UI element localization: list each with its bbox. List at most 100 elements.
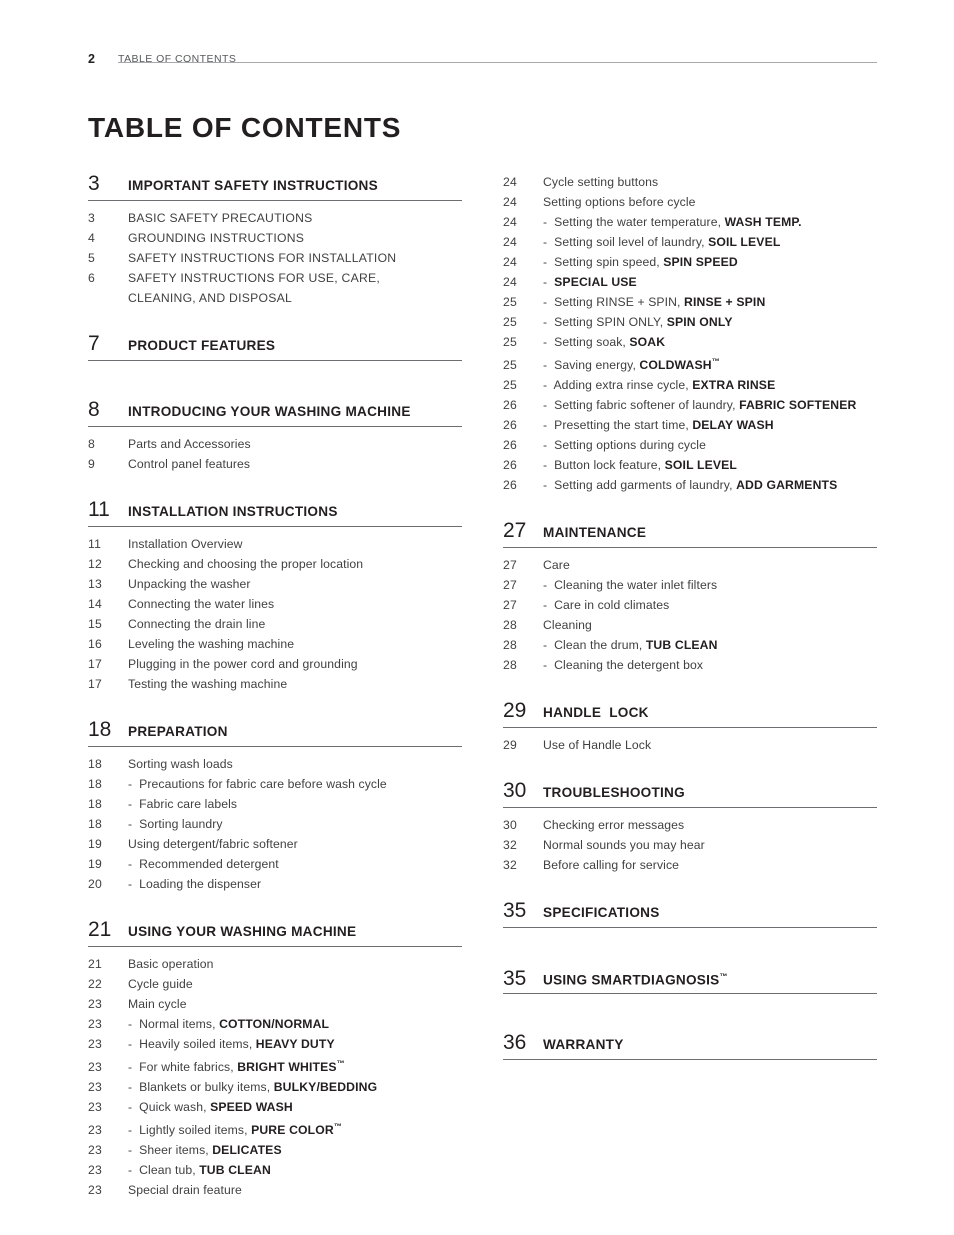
- toc-entry[interactable]: 19 - Recommended detergent: [88, 854, 462, 874]
- toc-section-header[interactable]: 35 USING SMARTDIAGNOSIS™: [503, 965, 877, 991]
- toc-entry-page-number: 26: [503, 418, 517, 433]
- toc-entry[interactable]: 24 - Setting the water temperature, WASH …: [503, 212, 877, 232]
- toc-entry[interactable]: 29 Use of Handle Lock: [503, 735, 877, 755]
- toc-section-header[interactable]: 36 WARRANTY: [503, 1031, 877, 1057]
- toc-section-header[interactable]: 11 INSTALLATION INSTRUCTIONS: [88, 498, 462, 524]
- toc-entry-label: Setting options before cycle: [543, 195, 696, 209]
- toc-entry-label: - Loading the dispenser: [128, 877, 262, 891]
- toc-entry-list: 3 BASIC SAFETY PRECAUTIONS 4 GROUNDING INST…: [88, 208, 462, 308]
- toc-entry[interactable]: 23 - Lightly soiled items, PURE COLOR™: [88, 1117, 462, 1140]
- toc-entry[interactable]: 24 Setting options before cycle: [503, 192, 877, 212]
- toc-entry[interactable]: 26 - Setting fabric softener of laundry, …: [503, 395, 877, 415]
- toc-entry[interactable]: 15 Connecting the drain line: [88, 614, 462, 634]
- toc-entry[interactable]: 25 - Adding extra rinse cycle, EXTRA RINS…: [503, 375, 877, 395]
- toc-section-header[interactable]: 29 HANDLE LOCK: [503, 699, 877, 725]
- toc-entry-label: - Saving energy, COLDWASH™: [543, 357, 720, 373]
- toc-section-header[interactable]: 18 PREPARATION: [88, 718, 462, 744]
- toc-entry[interactable]: 24 - Setting soil level of laundry, SOIL …: [503, 232, 877, 252]
- toc-entry[interactable]: 24 - Setting spin speed, SPIN SPEED: [503, 252, 877, 272]
- toc-entry[interactable]: 23 Main cycle: [88, 994, 462, 1014]
- toc-entry[interactable]: 24 Cycle setting buttons: [503, 172, 877, 192]
- toc-entry-page-number: 26: [503, 458, 517, 473]
- toc-entry[interactable]: 14 Connecting the water lines: [88, 594, 462, 614]
- toc-entry[interactable]: 27 - Cleaning the water inlet filters: [503, 575, 877, 595]
- header-running-title: TABLE OF CONTENTS: [118, 53, 237, 65]
- toc-section-header[interactable]: 30 TROUBLESHOOTING: [503, 779, 877, 805]
- toc-entry[interactable]: 25 - Setting SPIN ONLY, SPIN ONLY: [503, 312, 877, 332]
- toc-entry[interactable]: 13 Unpacking the washer: [88, 574, 462, 594]
- toc-entry[interactable]: 32 Before calling for service: [503, 855, 877, 875]
- toc-entry-label: - Precautions for fabric care before was…: [128, 777, 387, 791]
- toc-entry-page-number: 23: [88, 1183, 102, 1198]
- toc-entry[interactable]: 28 - Cleaning the detergent box: [503, 655, 877, 675]
- toc-section-rule: [503, 727, 877, 729]
- toc-entry[interactable]: 27 Care: [503, 555, 877, 575]
- toc-entry[interactable]: 24 - SPECIAL USE: [503, 272, 877, 292]
- toc-entry[interactable]: 25 - Saving energy, COLDWASH™: [503, 352, 877, 375]
- toc-entry[interactable]: 9 Control panel features: [88, 454, 462, 474]
- toc-entry[interactable]: 26 - Button lock feature, SOIL LEVEL: [503, 455, 877, 475]
- toc-entry[interactable]: 19 Using detergent/fabric softener: [88, 834, 462, 854]
- toc-entry[interactable]: 18 Sorting wash loads: [88, 754, 462, 774]
- toc-entry[interactable]: 23 - Blankets or bulky items, BULKY/BEDDI…: [88, 1077, 462, 1097]
- toc-section-header[interactable]: 21 USING YOUR WASHING MACHINE: [88, 918, 462, 944]
- toc-entry-page-number: 4: [88, 231, 95, 245]
- toc-entry-label: Sorting wash loads: [128, 757, 233, 771]
- toc-entry-label: - Heavily soiled items, HEAVY DUTY: [128, 1037, 335, 1051]
- toc-entry[interactable]: 30 Checking error messages: [503, 815, 877, 835]
- toc-entry[interactable]: 5 SAFETY INSTRUCTIONS FOR INSTALLATION: [88, 248, 462, 268]
- toc-entry-label: - Button lock feature, SOIL LEVEL: [543, 458, 738, 473]
- toc-entry[interactable]: 28 - Clean the drum, TUB CLEAN: [503, 635, 877, 655]
- toc-entry-page-number: 16: [88, 637, 102, 651]
- toc-entry-emphasis: BULKY/BEDDING: [273, 1080, 378, 1095]
- toc-entry[interactable]: 25 - Setting RINSE + SPIN, RINSE + SPIN: [503, 292, 877, 312]
- toc-entry[interactable]: 26 - Presetting the start time, DELAY WAS…: [503, 415, 877, 435]
- toc-entry[interactable]: 16 Leveling the washing machine: [88, 634, 462, 654]
- toc-entry[interactable]: 8 Parts and Accessories: [88, 434, 462, 454]
- toc-entry[interactable]: 25 - Setting soak, SOAK: [503, 332, 877, 352]
- toc-entry-page-number: 24: [503, 215, 517, 229]
- toc-section-header[interactable]: 8 INTRODUCING YOUR WASHING MACHINE: [88, 398, 462, 424]
- toc-section: 30 TROUBLESHOOTING 30 Checking error messag…: [503, 779, 877, 899]
- toc-entry[interactable]: 18 - Precautions for fabric care before w…: [88, 774, 462, 794]
- toc-entry-page-number: 32: [503, 858, 517, 873]
- toc-entry[interactable]: 23 - Heavily soiled items, HEAVY DUTY: [88, 1034, 462, 1054]
- toc-entry[interactable]: 22 Cycle guide: [88, 974, 462, 994]
- toc-entry[interactable]: 32 Normal sounds you may hear: [503, 835, 877, 855]
- toc-entry[interactable]: 26 - Setting options during cycle: [503, 435, 877, 455]
- toc-entry-label: Installation Overview: [128, 537, 243, 551]
- toc-entry-label: Unpacking the washer: [128, 577, 251, 591]
- toc-section-header[interactable]: 27 MAINTENANCE: [503, 519, 877, 545]
- toc-entry[interactable]: 17 Plugging in the power cord and groundi…: [88, 654, 462, 674]
- toc-section-header[interactable]: 7 PRODUCT FEATURES: [88, 332, 462, 358]
- toc-section-header[interactable]: 3 IMPORTANT SAFETY INSTRUCTIONS: [88, 172, 462, 198]
- toc-entry[interactable]: 11 Installation Overview: [88, 534, 462, 554]
- toc-entry[interactable]: 23 - Clean tub, TUB CLEAN: [88, 1160, 462, 1180]
- toc-section-title: TROUBLESHOOTING: [543, 785, 685, 801]
- toc-entry-page-number: 25: [503, 378, 517, 393]
- toc-entry[interactable]: 23 Special drain feature: [88, 1180, 462, 1200]
- toc-entry[interactable]: 27 - Care in cold climates: [503, 595, 877, 615]
- toc-entry[interactable]: 23 - Sheer items, DELICATES: [88, 1140, 462, 1160]
- toc-entry-page-number: 18: [88, 797, 102, 811]
- toc-entry[interactable]: 12 Checking and choosing the proper locat…: [88, 554, 462, 574]
- toc-entry[interactable]: 3 BASIC SAFETY PRECAUTIONS: [88, 208, 462, 228]
- toc-section-header[interactable]: 35 SPECIFICATIONS: [503, 899, 877, 925]
- toc-entry[interactable]: 26 - Setting add garments of laundry, ADD…: [503, 475, 877, 495]
- toc-entry[interactable]: 23 - Normal items, COTTON/NORMAL: [88, 1014, 462, 1034]
- toc-entry[interactable]: 6 SAFETY INSTRUCTIONS FOR USE, CARE,: [88, 268, 462, 288]
- toc-entry[interactable]: 18 - Fabric care labels: [88, 794, 462, 814]
- toc-entry[interactable]: 23 - Quick wash, SPEED WASH: [88, 1097, 462, 1117]
- toc-entry[interactable]: 23 - For white fabrics, BRIGHT WHITES™: [88, 1054, 462, 1077]
- toc-entry-page-number: 24: [503, 275, 517, 289]
- toc-entry[interactable]: 4 GROUNDING INSTRUCTIONS: [88, 228, 462, 248]
- toc-entry-page-number: 24: [503, 175, 517, 189]
- toc-entry[interactable]: 21 Basic operation: [88, 954, 462, 974]
- toc-entry[interactable]: CLEANING, AND DISPOSAL: [88, 288, 462, 308]
- toc-section-title: SPECIFICATIONS: [543, 905, 660, 921]
- toc-entry[interactable]: 18 - Sorting laundry: [88, 814, 462, 834]
- toc-entry[interactable]: 28 Cleaning: [503, 615, 877, 635]
- toc-entry[interactable]: 17 Testing the washing machine: [88, 674, 462, 694]
- toc-entry[interactable]: 20 - Loading the dispenser: [88, 874, 462, 894]
